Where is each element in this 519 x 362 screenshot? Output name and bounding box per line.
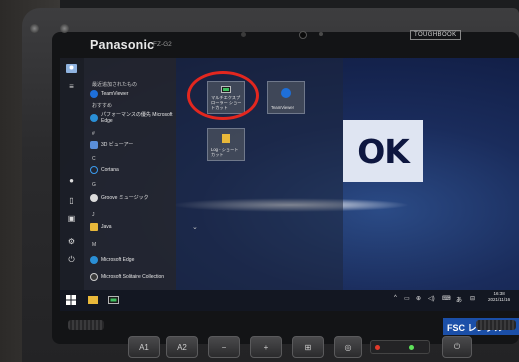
teamviewer-icon bbox=[281, 88, 291, 98]
menu-item-3d-viewer[interactable]: 3D ビューアー bbox=[90, 141, 133, 149]
toughbook-badge: TOUGHBOOK bbox=[410, 30, 461, 40]
clock-date: 2021/11/16 bbox=[488, 297, 511, 302]
taskbar-app-monitor[interactable] bbox=[106, 293, 120, 307]
chevron-down-icon: ⌄ bbox=[192, 224, 198, 231]
tray-battery-icon[interactable]: ▭ bbox=[404, 295, 410, 302]
recommended-header: おすすめ bbox=[92, 103, 113, 109]
tile-label: Log - ショートカット bbox=[211, 147, 239, 157]
red-annotation-circle bbox=[187, 71, 259, 120]
group-header-c: C bbox=[92, 156, 96, 162]
tray-ime-indicator[interactable]: あ bbox=[456, 295, 462, 304]
speaker-grille bbox=[68, 320, 104, 330]
tray-chevron-icon[interactable]: ^ bbox=[394, 295, 397, 301]
teamviewer-icon bbox=[90, 90, 98, 98]
tray-keyboard-icon[interactable]: ⌨ bbox=[442, 295, 451, 302]
recent-header: 最近追加されたもの bbox=[92, 82, 138, 88]
taskbar-clock[interactable]: 16:38 2021/11/16 bbox=[488, 291, 510, 303]
group-header-g: G bbox=[92, 182, 96, 188]
screw-icon bbox=[30, 24, 39, 33]
camera-lens-icon bbox=[299, 31, 307, 39]
folder-icon bbox=[222, 134, 230, 143]
cortana-icon bbox=[90, 166, 98, 174]
monitor-icon bbox=[107, 295, 119, 304]
power-button[interactable]: ⏻ bbox=[442, 336, 472, 358]
wallpaper-logo: OK bbox=[343, 120, 423, 182]
groove-music-icon bbox=[90, 194, 98, 202]
menu-item-label: Microsoft Edge bbox=[101, 257, 135, 263]
windows-hardware-button[interactable]: ⊞ bbox=[292, 336, 324, 358]
power-icon[interactable]: ⏻ bbox=[66, 255, 77, 264]
taskbar-file-explorer[interactable] bbox=[86, 293, 100, 307]
tile-label: TeamViewer bbox=[271, 105, 294, 110]
start-button[interactable] bbox=[64, 293, 78, 307]
hardware-button-a2[interactable]: A2 bbox=[166, 336, 198, 358]
document-icon[interactable]: ▯ bbox=[66, 196, 77, 205]
wallpaper-logo-text: OK bbox=[357, 131, 410, 171]
edge-icon bbox=[90, 256, 98, 264]
menu-item-label: Java bbox=[101, 224, 112, 230]
tray-notification-icon[interactable]: ⊟ bbox=[470, 295, 475, 302]
light-sensor bbox=[241, 32, 246, 37]
folder-icon bbox=[88, 296, 98, 304]
speaker-grille bbox=[476, 320, 516, 330]
tile-log-shortcut[interactable]: Log - ショートカット bbox=[207, 128, 245, 161]
menu-item-java[interactable]: Java bbox=[90, 223, 112, 231]
tray-network-icon[interactable]: ⊕ bbox=[416, 295, 421, 302]
menu-item-label: Groove ミュージック bbox=[101, 195, 149, 201]
user-photo-icon[interactable] bbox=[66, 64, 77, 73]
tile-teamviewer[interactable]: TeamViewer bbox=[267, 81, 305, 114]
user-account-icon[interactable]: ● bbox=[66, 176, 77, 185]
menu-item-solitaire[interactable]: Microsoft Solitaire Collection bbox=[90, 273, 164, 281]
screw-icon bbox=[60, 24, 69, 33]
menu-item-cortana[interactable]: Cortana bbox=[90, 166, 119, 174]
pictures-icon[interactable]: ▣ bbox=[66, 214, 77, 223]
cube-icon bbox=[90, 141, 98, 149]
indicator-dot bbox=[319, 32, 323, 36]
cards-icon bbox=[90, 273, 98, 281]
menu-item-label: Microsoft Solitaire Collection bbox=[101, 274, 165, 280]
volume-down-button[interactable]: − bbox=[208, 336, 240, 358]
windows-logo-icon bbox=[66, 295, 76, 305]
folder-icon bbox=[90, 223, 98, 231]
hardware-button-a1[interactable]: A1 bbox=[128, 336, 160, 358]
status-led-panel bbox=[370, 340, 430, 354]
model-label: FZ-G2 bbox=[153, 41, 172, 48]
group-header-j: J bbox=[92, 212, 95, 218]
menu-item-label: パフォーマンスの優先 Microsoft Edge bbox=[101, 112, 173, 124]
edge-icon bbox=[90, 114, 98, 122]
group-header-m: M bbox=[92, 242, 97, 248]
camera-hardware-button[interactable]: ◎ bbox=[334, 336, 362, 358]
brand-logo: Panasonic bbox=[90, 38, 155, 52]
menu-item-groove[interactable]: Groove ミュージック bbox=[90, 194, 149, 202]
menu-item-recommended-edge[interactable]: パフォーマンスの優先 Microsoft Edge bbox=[90, 112, 174, 124]
hamburger-menu-icon[interactable]: ≡ bbox=[66, 82, 77, 91]
green-led-icon bbox=[409, 345, 414, 350]
menu-item-label: Cortana bbox=[101, 167, 119, 173]
settings-gear-icon[interactable]: ⚙ bbox=[66, 237, 77, 246]
group-header-hash: # bbox=[92, 131, 95, 137]
menu-item-teamviewer[interactable]: TeamViewer bbox=[90, 90, 128, 98]
volume-up-button[interactable]: + bbox=[250, 336, 282, 358]
menu-item-label: TeamViewer bbox=[101, 91, 129, 97]
menu-item-label: 3D ビューアー bbox=[101, 142, 134, 148]
red-led-icon bbox=[375, 345, 380, 350]
tray-volume-icon[interactable]: ◁) bbox=[428, 295, 435, 302]
menu-item-edge[interactable]: Microsoft Edge bbox=[90, 256, 134, 264]
